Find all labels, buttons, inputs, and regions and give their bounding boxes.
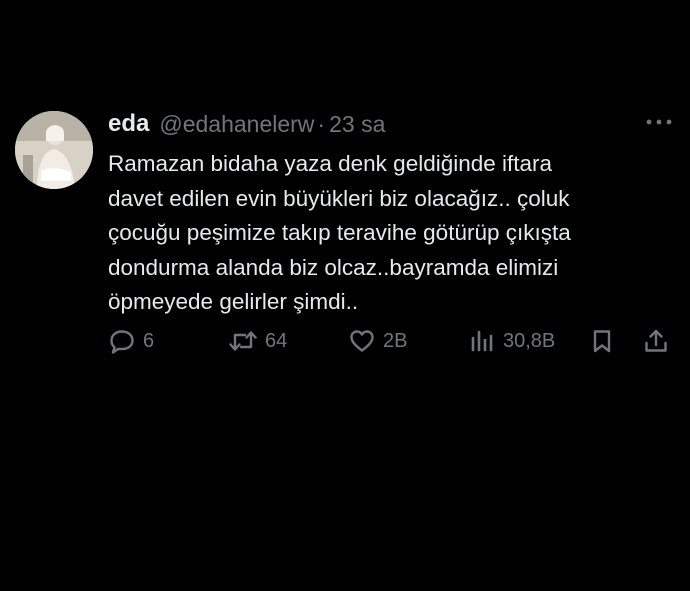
like-button[interactable]: 2B <box>348 324 407 358</box>
tweet-timestamp[interactable]: 23 sa <box>329 111 385 138</box>
author-name[interactable]: eda <box>108 110 149 138</box>
author-handle[interactable]: @edahanelerw <box>159 111 314 138</box>
views-button[interactable]: 30,8B <box>468 324 555 358</box>
tweet-text: Ramazan bidaha yaza denk geldiğinde ifta… <box>108 151 571 314</box>
more-options-button[interactable] <box>644 112 674 132</box>
heart-icon <box>350 330 374 352</box>
tweet-header: eda @edahanelerw · 23 sa <box>108 110 385 138</box>
reply-count: 6 <box>143 329 155 352</box>
bookmark-button[interactable] <box>588 324 616 358</box>
share-upload-icon <box>645 329 667 352</box>
more-horizontal-icon <box>646 119 672 125</box>
reply-button[interactable]: 6 <box>108 324 154 358</box>
retweet-icon <box>229 331 257 351</box>
reply-bubble-icon <box>110 330 134 354</box>
retweet-count: 64 <box>265 329 288 352</box>
like-count: 2B <box>383 329 408 352</box>
tweet: eda @edahanelerw · 23 sa Ramazan bidaha … <box>0 0 690 591</box>
views-bar-chart-icon <box>471 330 493 352</box>
avatar[interactable] <box>15 111 93 189</box>
retweet-button[interactable]: 64 <box>228 324 287 358</box>
avatar-image <box>15 111 93 189</box>
bookmark-icon <box>593 330 611 353</box>
header-separator: · <box>317 110 326 137</box>
views-count: 30,8B <box>503 329 556 352</box>
tweet-actions: 6 64 2B 30,8B <box>108 324 674 358</box>
share-button[interactable] <box>642 324 670 358</box>
